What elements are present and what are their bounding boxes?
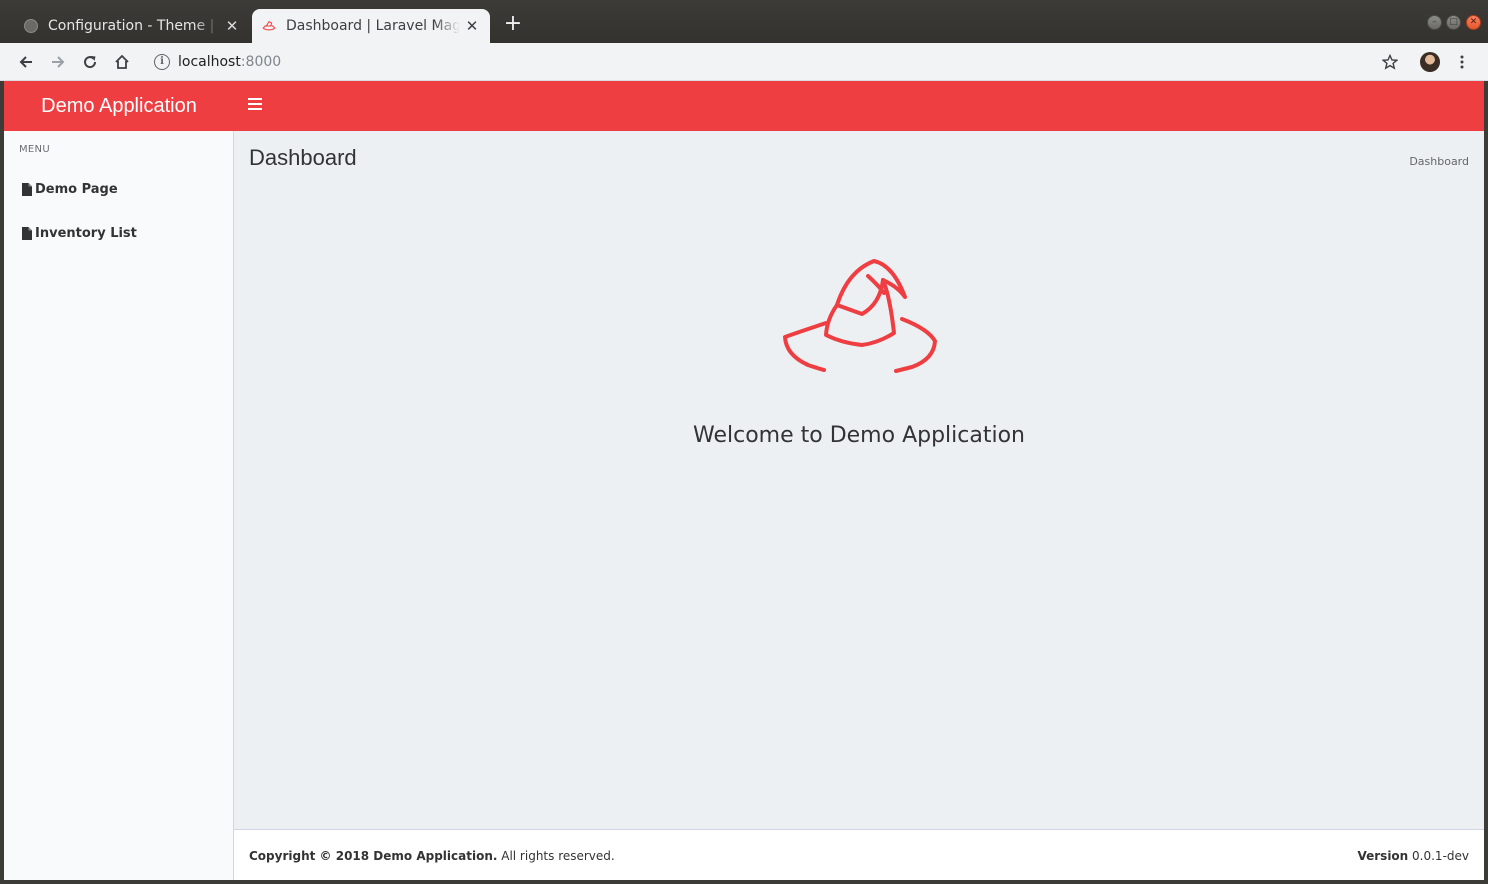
window-frame-right bbox=[1484, 81, 1488, 884]
info-icon[interactable]: i bbox=[154, 54, 170, 70]
bookmark-button[interactable] bbox=[1378, 50, 1402, 74]
url-host: localhost bbox=[178, 54, 241, 70]
tab-title: Configuration - Theme | Laravel Mage bbox=[48, 18, 220, 34]
sidebar-item-inventory-list[interactable]: Inventory List bbox=[22, 226, 137, 241]
brand-logo-text[interactable]: Demo Application bbox=[4, 81, 234, 131]
tab-configuration[interactable]: Configuration - Theme | Laravel Mage ✕ bbox=[14, 9, 250, 43]
footer-version-value: 0.0.1-dev bbox=[1408, 849, 1469, 863]
welcome-message: Welcome to Demo Application bbox=[693, 423, 1025, 448]
sidebar-item-label: Inventory List bbox=[35, 226, 137, 241]
browser-titlebar: Configuration - Theme | Laravel Mage ✕ D… bbox=[0, 0, 1488, 43]
hat-icon bbox=[262, 20, 276, 31]
window-frame-bottom bbox=[0, 880, 1488, 884]
window-frame-left bbox=[0, 81, 4, 884]
hat-logo-icon bbox=[783, 259, 937, 373]
maximize-button[interactable]: □ bbox=[1446, 15, 1461, 30]
hamburger-icon[interactable] bbox=[248, 98, 262, 112]
new-tab-button[interactable]: + bbox=[502, 13, 524, 35]
breadcrumb[interactable]: Dashboard bbox=[1409, 155, 1469, 168]
document-icon bbox=[22, 183, 32, 196]
back-icon bbox=[19, 56, 32, 68]
footer-copyright-bold: Copyright © 2018 Demo Application. bbox=[249, 849, 498, 863]
sidebar-item-label: Demo Page bbox=[35, 182, 118, 197]
footer-version: Version 0.0.1-dev bbox=[1357, 849, 1469, 863]
sidebar-item-demo-page[interactable]: Demo Page bbox=[22, 182, 118, 197]
star-icon bbox=[1382, 54, 1398, 70]
footer-version-label: Version bbox=[1357, 849, 1409, 863]
reload-icon bbox=[84, 56, 97, 69]
footer-copyright-rest: All rights reserved. bbox=[497, 849, 615, 863]
footer: Copyright © 2018 Demo Application. All r… bbox=[234, 829, 1484, 880]
back-button[interactable] bbox=[14, 50, 38, 74]
page-title: Dashboard bbox=[249, 145, 357, 170]
menu-dots-icon bbox=[1460, 55, 1464, 69]
address-bar[interactable]: i localhost:8000 bbox=[146, 48, 1396, 76]
browser-menu-button[interactable] bbox=[1450, 50, 1474, 74]
url-port: :8000 bbox=[240, 54, 282, 70]
globe-icon bbox=[24, 19, 38, 33]
home-button[interactable] bbox=[110, 50, 134, 74]
forward-icon bbox=[52, 56, 65, 68]
browser-toolbar: i localhost:8000 bbox=[0, 43, 1488, 81]
document-icon bbox=[22, 227, 32, 240]
home-icon bbox=[115, 54, 129, 69]
tab-title: Dashboard | Laravel Mage bbox=[286, 18, 460, 34]
app-root: Demo Application MENU Demo Page Inventor… bbox=[4, 81, 1484, 880]
minimize-button[interactable]: – bbox=[1427, 15, 1442, 30]
forward-button[interactable] bbox=[46, 50, 70, 74]
top-navbar: Demo Application bbox=[4, 81, 1484, 131]
sidebar-menu-header: MENU bbox=[19, 144, 50, 155]
close-icon[interactable]: ✕ bbox=[464, 17, 480, 35]
avatar[interactable] bbox=[1420, 52, 1440, 72]
footer-copyright: Copyright © 2018 Demo Application. All r… bbox=[249, 849, 615, 863]
reload-button[interactable] bbox=[78, 50, 102, 74]
close-icon[interactable]: ✕ bbox=[224, 17, 240, 35]
window-close-button[interactable]: ✕ bbox=[1466, 15, 1481, 30]
sidebar: MENU Demo Page Inventory List bbox=[4, 131, 234, 880]
tab-dashboard[interactable]: Dashboard | Laravel Mage ✕ bbox=[252, 9, 490, 43]
